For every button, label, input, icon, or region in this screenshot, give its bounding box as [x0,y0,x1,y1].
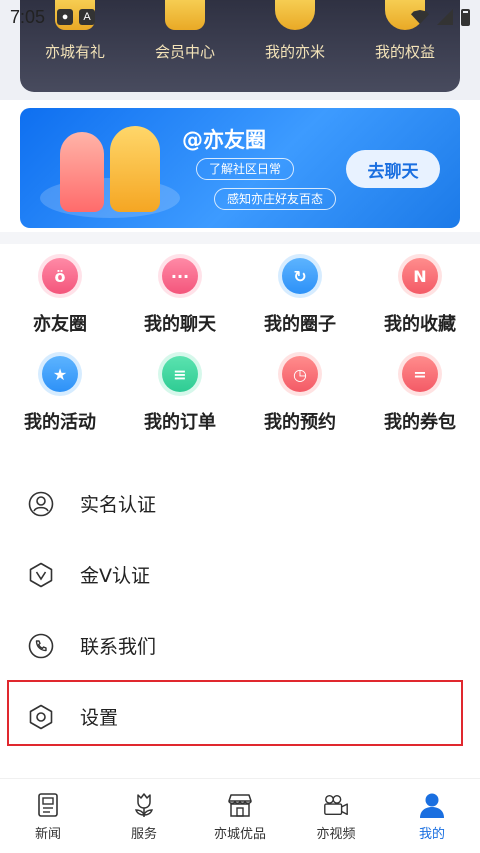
circle-arrow-icon: ↻ [278,254,322,298]
wifi-icon [411,10,429,24]
a-icon: A [79,9,96,25]
wechat-icon: ● [57,9,74,25]
grid-item-my-activities[interactable]: ★ 我的活动 [0,352,120,434]
clock-icon: ◷ [278,352,322,396]
list-item-label: 金V认证 [80,565,150,587]
grid-item-my-orders[interactable]: ≡ 我的订单 [120,352,240,434]
section-divider [0,232,480,244]
member-item-label: 我的亦米 [264,43,325,61]
grid-item-label: 我的预约 [264,412,336,433]
list-item-label: 实名认证 [80,494,157,516]
list-item-contact-us[interactable]: 联系我们 [0,610,480,681]
tab-label: 亦城优品 [213,827,266,842]
ticket-icon: = [398,352,442,396]
news-icon [34,791,62,819]
badge-star-icon: ★ [38,352,82,396]
selection-highlight-box [7,680,463,746]
tab-service[interactable]: 服务 [96,779,192,853]
chat-bubble-icon: ··· [158,254,202,298]
grid-item-label: 我的收藏 [384,314,456,335]
bottom-tab-bar: 新闻 服务 亦城优品 亦视频 我的 [0,778,480,853]
tab-label: 我的 [418,827,445,842]
grid-item-label: 我的活动 [24,412,96,433]
banner-tag: 感知亦庄好友百态 [214,188,337,210]
grid-item-label: 亦友圈 [33,314,87,335]
rabbit-icon: ö [38,254,82,298]
status-time: 7:05 [10,6,46,27]
phone-icon [28,633,54,659]
grid-item-yiyouquan[interactable]: ö 亦友圈 [0,254,120,336]
grid-item-my-favorites[interactable]: N 我的收藏 [360,254,480,336]
battery-icon [461,8,470,26]
grid-item-my-appointments[interactable]: ◷ 我的预约 [240,352,360,434]
grid-item-my-chat[interactable]: ··· 我的聊天 [120,254,240,336]
grid-item-label: 我的聊天 [144,314,216,335]
user-circle-icon [28,491,54,517]
status-indicators [411,8,470,26]
tab-label: 新闻 [34,827,61,842]
list-item-label: 联系我们 [80,636,157,658]
grid-item-my-coupons[interactable]: = 我的券包 [360,352,480,434]
grid-item-label: 我的订单 [144,412,216,433]
tab-video[interactable]: 亦视频 [288,779,384,853]
tab-mine[interactable]: 我的 [384,779,480,853]
tab-label: 亦视频 [316,827,356,842]
banner-title: @亦友圈 [182,128,266,152]
status-bar: 7:05 ● A [0,0,480,34]
signal-icon [437,9,453,25]
illustration-person-right [110,126,160,212]
store-icon [226,791,254,819]
member-item-label: 亦城有礼 [44,43,105,61]
member-item-label: 会员中心 [154,43,215,61]
status-app-icons: ● A [57,9,96,25]
video-camera-icon [322,791,350,819]
member-item-label: 我的权益 [374,43,435,61]
feature-grid: ö 亦友圈 ··· 我的聊天 ↻ 我的圈子 N 我的收藏 ★ 我的活动 ≡ 我的… [0,254,480,434]
tab-label: 服务 [130,827,157,842]
grid-item-label: 我的券包 [384,412,456,433]
tulip-icon [130,791,158,819]
illustration-person-left [60,132,104,212]
tab-news[interactable]: 新闻 [0,779,96,853]
go-chat-button[interactable]: 去聊天 [346,150,440,188]
community-banner[interactable]: @亦友圈 了解社区日常 感知亦庄好友百态 去聊天 [20,108,460,228]
v-badge-icon [28,562,54,588]
person-icon [418,791,446,819]
tab-store[interactable]: 亦城优品 [192,779,288,853]
list-icon: ≡ [158,352,202,396]
star-n-icon: N [398,254,442,298]
list-item-gold-v-auth[interactable]: 金V认证 [0,539,480,610]
grid-item-my-circle[interactable]: ↻ 我的圈子 [240,254,360,336]
grid-item-label: 我的圈子 [264,314,336,335]
banner-tag: 了解社区日常 [196,158,295,180]
banner-illustration [50,122,180,220]
list-item-real-name-auth[interactable]: 实名认证 [0,468,480,539]
